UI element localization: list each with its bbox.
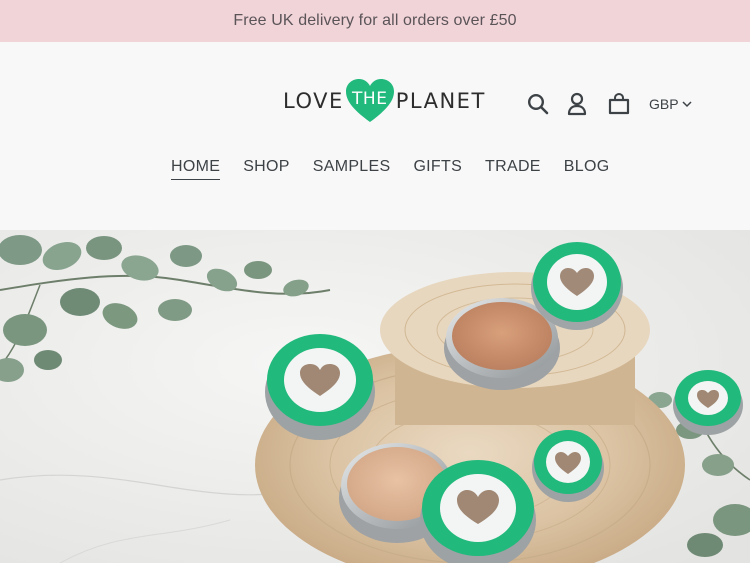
right-tin: [673, 370, 743, 435]
logo-text-right: PLANET: [395, 89, 486, 113]
nav-home[interactable]: HOME: [171, 158, 221, 180]
cart-icon: [608, 93, 630, 115]
nav-gifts[interactable]: GIFTS: [413, 158, 462, 180]
nav-samples[interactable]: SAMPLES: [313, 158, 391, 180]
announcement-bar: Free UK delivery for all orders over £50: [0, 0, 750, 42]
search-icon: [527, 93, 549, 115]
currency-selector[interactable]: GBP: [649, 96, 692, 112]
chevron-down-icon: [682, 100, 692, 107]
header-icons: GBP: [527, 92, 692, 116]
account-icon: [567, 92, 587, 116]
account-button[interactable]: [566, 92, 588, 116]
announcement-text: Free UK delivery for all orders over £50: [233, 12, 517, 29]
nav-trade[interactable]: TRADE: [485, 158, 541, 180]
honey-foundation-tin: [420, 460, 536, 563]
concealer-tin: [531, 242, 623, 330]
main-nav: HOME SHOP SAMPLES GIFTS TRADE BLOG: [171, 158, 632, 180]
hero-image: [0, 230, 750, 563]
currency-label: GBP: [649, 96, 679, 112]
nav-shop[interactable]: SHOP: [243, 158, 290, 180]
sunny-foundation-tin: [265, 334, 375, 440]
site-logo[interactable]: LOVE THE PLANET: [283, 78, 486, 124]
nav-blog[interactable]: BLOG: [564, 158, 610, 180]
logo-heart-text: THE: [352, 89, 388, 109]
search-button[interactable]: [527, 92, 549, 116]
eyeshadow-tin: [532, 430, 604, 502]
cart-button[interactable]: [608, 92, 630, 116]
site-header: LOVE THE PLANET GBP HOME SHOP SAMPLES GI…: [0, 42, 750, 230]
logo-text-left: LOVE: [283, 89, 344, 113]
heart-icon: THE: [345, 78, 395, 124]
